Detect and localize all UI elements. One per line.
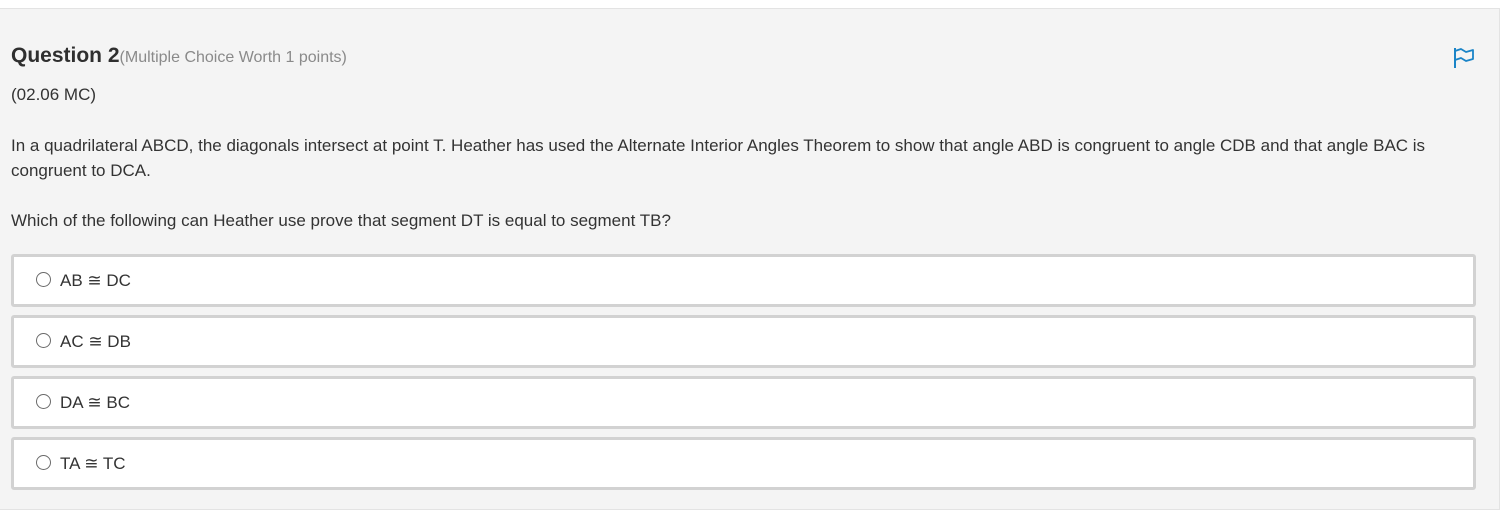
question-card: Question 2(Multiple Choice Worth 1 point… <box>0 8 1500 510</box>
question-code: (02.06 MC) <box>11 85 97 104</box>
radio-button[interactable] <box>36 272 51 287</box>
answer-options: AB ≅ DC AC ≅ DB DA ≅ BC TA ≅ TC <box>11 254 1476 498</box>
radio-button[interactable] <box>36 455 51 470</box>
radio-button[interactable] <box>36 394 51 409</box>
flag-icon[interactable] <box>1453 47 1475 69</box>
answer-option-label: DA ≅ BC <box>60 393 130 412</box>
radio-button[interactable] <box>36 333 51 348</box>
question-prompt: In a quadrilateral ABCD, the diagonals i… <box>11 136 1426 180</box>
answer-option-label: AB ≅ DC <box>60 271 131 290</box>
answer-option-b[interactable]: AC ≅ DB <box>11 315 1476 368</box>
question-meta: (Multiple Choice Worth 1 points) <box>119 49 347 66</box>
answer-option-a[interactable]: AB ≅ DC <box>11 254 1476 307</box>
question-header: Question 2(Multiple Choice Worth 1 point… <box>11 44 347 68</box>
question-ask: Which of the following can Heather use p… <box>11 211 671 230</box>
answer-option-label: TA ≅ TC <box>60 454 126 473</box>
answer-option-label: AC ≅ DB <box>60 332 131 351</box>
question-title: Question 2 <box>11 44 120 67</box>
answer-option-c[interactable]: DA ≅ BC <box>11 376 1476 429</box>
answer-option-d[interactable]: TA ≅ TC <box>11 437 1476 490</box>
